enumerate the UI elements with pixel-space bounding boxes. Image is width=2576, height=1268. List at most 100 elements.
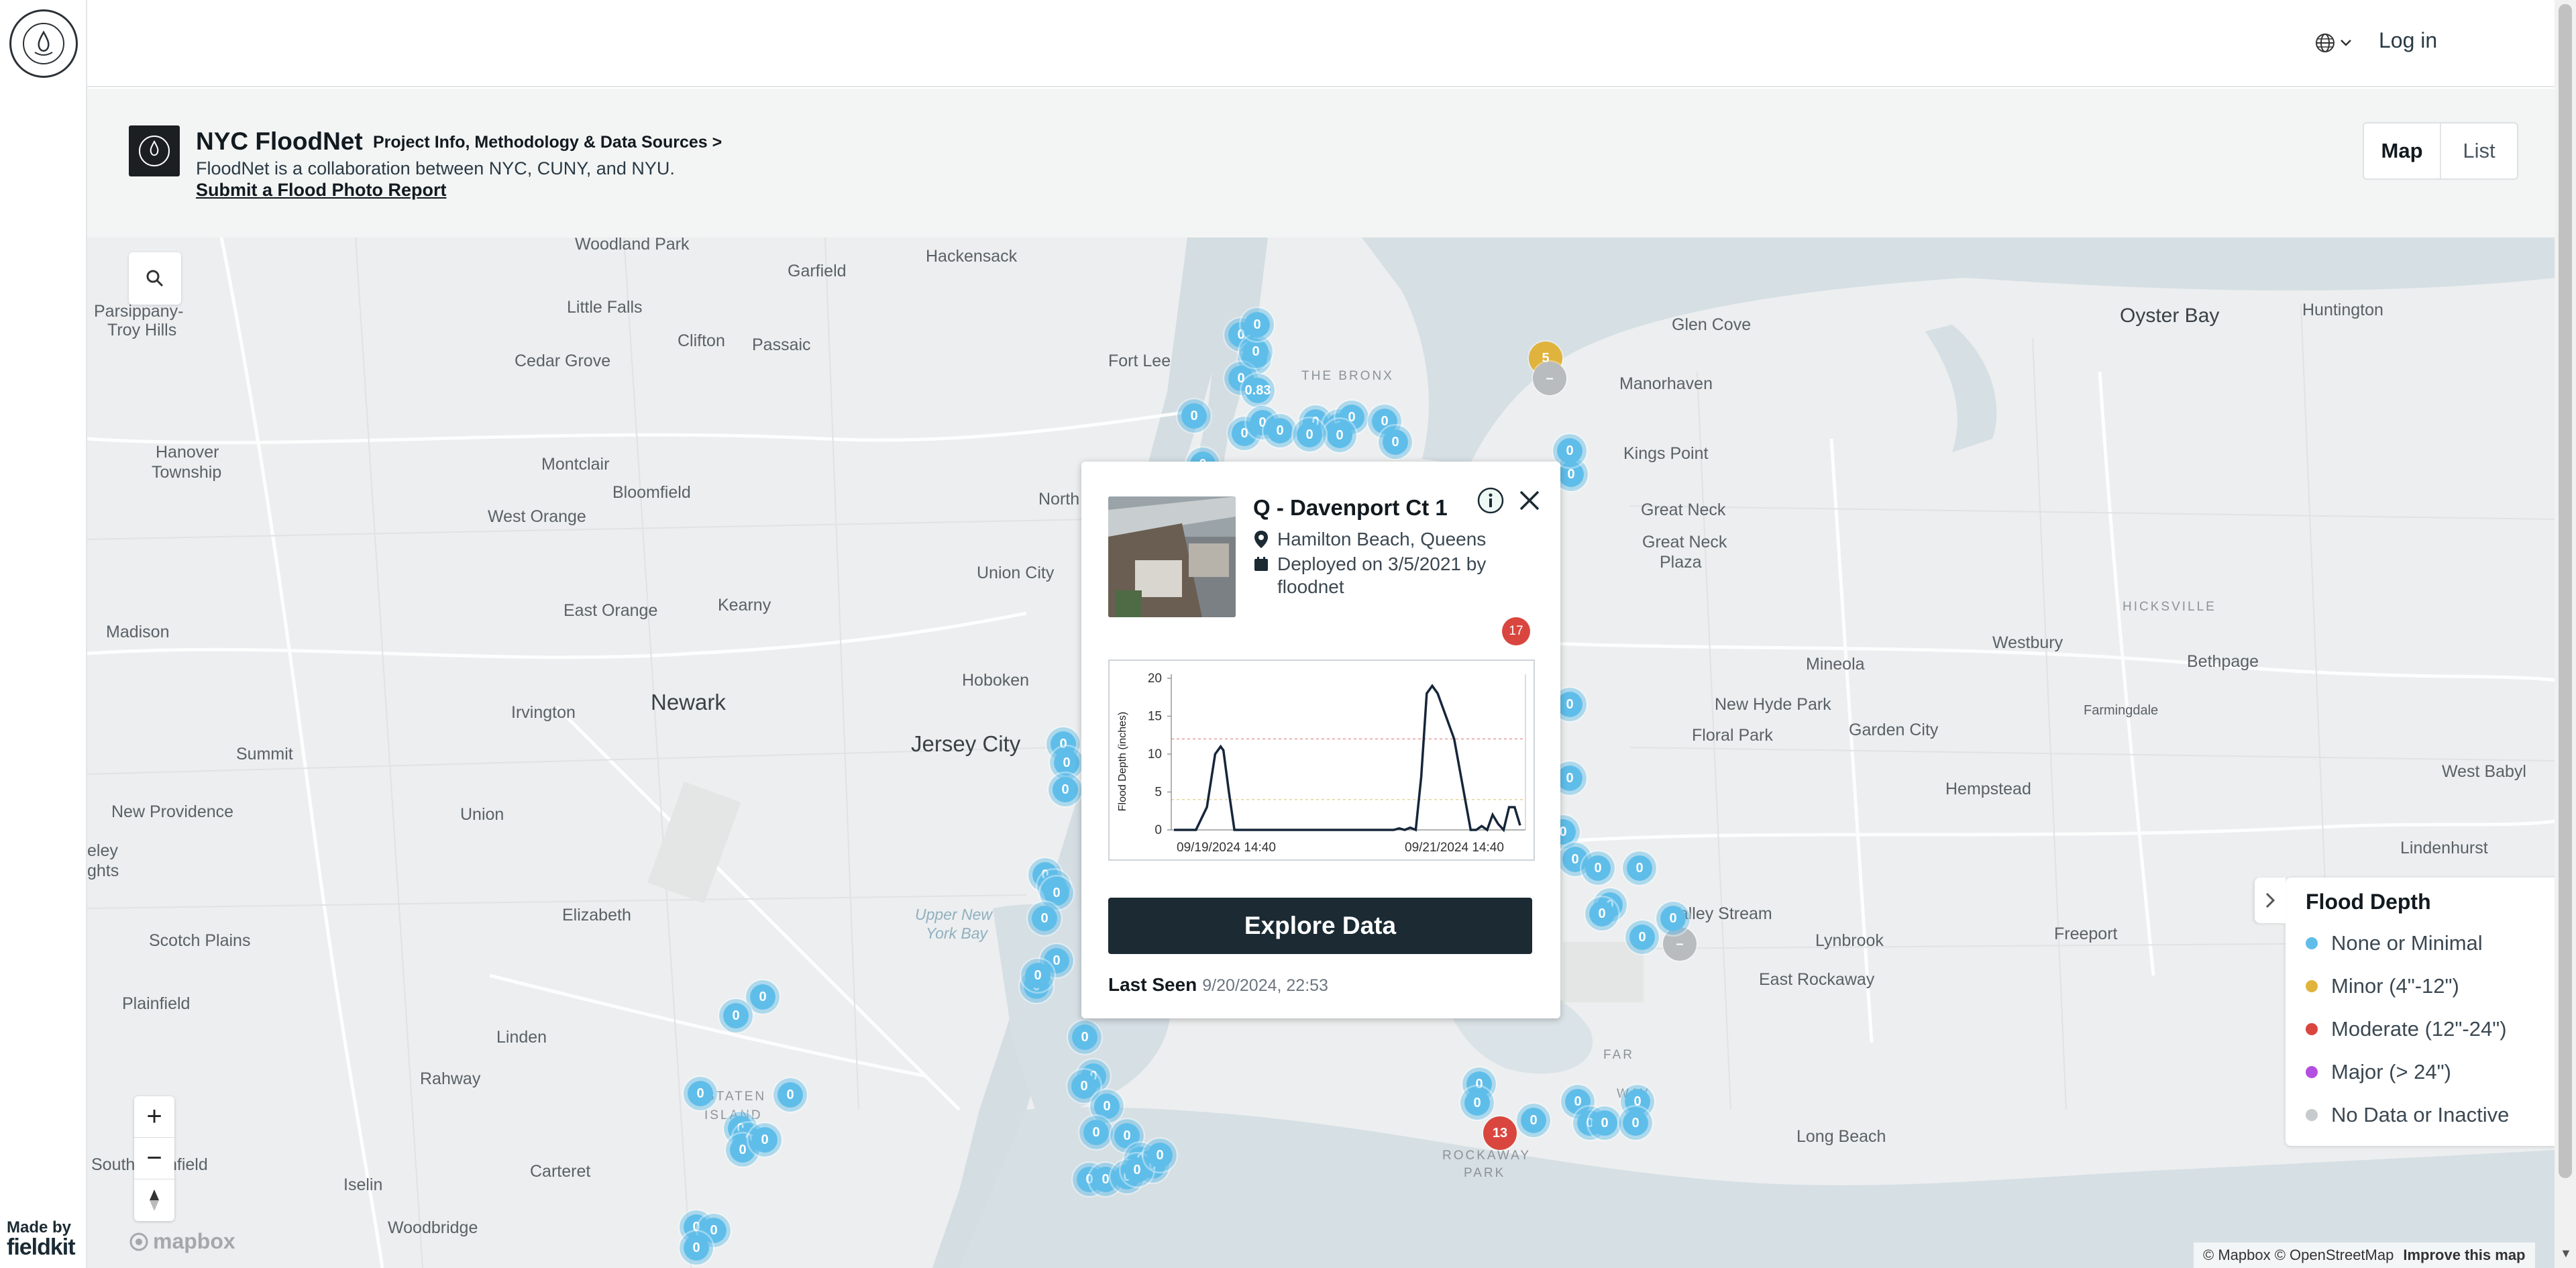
popup-close-button[interactable] — [1515, 486, 1544, 515]
legend-label: No Data or Inactive — [2331, 1103, 2510, 1126]
place-glen-cove: Glen Cove — [1672, 315, 1752, 334]
place-linden: Linden — [496, 1028, 547, 1047]
place-new-providence: New Providence — [111, 802, 234, 821]
sensor-marker[interactable]: 0 — [1263, 414, 1297, 447]
sensor-marker[interactable]: 0 — [1021, 959, 1055, 992]
improve-map-link[interactable]: Improve this map — [2403, 1247, 2525, 1264]
place-berkeley: eley — [87, 841, 118, 860]
sensor-marker[interactable]: 0 — [1625, 920, 1659, 954]
place-elizabeth: Elizabeth — [562, 906, 631, 924]
list-view-button[interactable]: List — [2441, 123, 2517, 178]
close-icon — [1519, 490, 1540, 511]
sensor-marker[interactable]: 0 — [1143, 1139, 1177, 1172]
place-lindenhurst: Lindenhurst — [2400, 839, 2488, 857]
compass-button[interactable] — [134, 1179, 174, 1221]
made-by-label: Made by — [7, 1218, 72, 1236]
place-great-neck: Great Neck — [1641, 500, 1726, 519]
legend-dot-minor — [2306, 980, 2318, 992]
sensor-marker[interactable]: 0 — [684, 1077, 717, 1110]
sensor-deployed-text: Deployed on 3/5/2021 by floodnet — [1277, 553, 1487, 597]
explore-data-button[interactable]: Explore Data — [1108, 898, 1532, 954]
sensor-marker[interactable]: 0 — [1656, 902, 1690, 935]
scrollbar-thumb[interactable] — [2559, 4, 2572, 1178]
attribution-text[interactable]: © Mapbox © OpenStreetMap — [2203, 1247, 2394, 1264]
place-cedar-grove: Cedar Grove — [515, 352, 611, 370]
chart-y-ticks: 20 15 10 5 0 — [1148, 672, 1171, 837]
chevron-right-icon — [2265, 892, 2275, 908]
floodnet-logo[interactable] — [9, 9, 78, 78]
sensor-marker[interactable]: 0 — [1028, 902, 1061, 935]
chart-x-tick-label: 09/21/2024 14:40 — [1405, 841, 1504, 855]
project-info-link[interactable]: Project Info, Methodology & Data Sources… — [373, 133, 722, 152]
made-by-fieldkit[interactable]: Made by fieldkit — [7, 1220, 80, 1259]
sensor-marker[interactable]: 0 — [1588, 1106, 1621, 1140]
sensor-marker[interactable]: 0 — [1079, 1116, 1113, 1149]
place-west-babylon: West Babyl — [2442, 762, 2526, 781]
chart-y-tick-label: 20 — [1148, 672, 1162, 686]
sensor-marker[interactable]: – — [1533, 362, 1566, 395]
sensor-marker[interactable]: 0 — [719, 999, 753, 1033]
sensor-marker[interactable]: 0 — [1585, 897, 1619, 931]
map-search-button[interactable] — [129, 252, 181, 305]
place-fort-lee: Fort Lee — [1108, 352, 1171, 370]
compass-icon — [150, 1190, 159, 1211]
legend-label: None or Minimal — [2331, 931, 2483, 955]
sensor-marker[interactable]: 0.83 — [1241, 374, 1275, 407]
sensor-marker[interactable]: 0 — [1068, 1020, 1102, 1054]
map-view-button[interactable]: Map — [2364, 123, 2441, 178]
sensor-marker[interactable]: 0 — [1177, 399, 1211, 433]
place-new-hyde-park: New Hyde Park — [1715, 695, 1831, 714]
sensor-marker[interactable]: 13 — [1483, 1116, 1517, 1150]
place-scotch-plains: Scotch Plains — [149, 931, 251, 950]
legend-dot-major — [2306, 1066, 2318, 1078]
sensor-marker[interactable]: 0 — [680, 1231, 713, 1265]
sensor-marker[interactable]: 0 — [1240, 308, 1274, 341]
sensor-marker[interactable]: 0 — [1581, 851, 1615, 885]
location-pin-icon — [1254, 531, 1268, 548]
alert-count-badge: 17 — [1502, 617, 1530, 645]
sensor-info-button[interactable] — [1476, 486, 1505, 515]
place-bloomfield: Bloomfield — [612, 483, 691, 502]
project-title: NYC FloodNet — [196, 127, 363, 155]
chart-x-tick-label: 09/19/2024 14:40 — [1177, 841, 1276, 855]
sensor-marker[interactable]: 0 — [1623, 851, 1656, 885]
flood-depth-chart[interactable]: Flood Depth (inches) 20 15 10 5 0 09/19/2024… — [1108, 659, 1535, 861]
legend-collapse-button[interactable] — [2255, 878, 2286, 923]
sensor-popup: Q - Davenport Ct 1 Hamilton Beach, Queen… — [1081, 462, 1560, 1018]
map-attribution: © Mapbox © OpenStreetMap Improve this ma… — [2194, 1243, 2535, 1268]
place-berkeley-2: ghts — [87, 861, 119, 880]
place-passaic: Passaic — [752, 335, 811, 354]
legend-dot-moderate — [2306, 1023, 2318, 1035]
sensor-marker[interactable]: 0 — [1323, 419, 1356, 452]
sensor-marker[interactable]: 0 — [1619, 1106, 1652, 1140]
place-hackensack: Hackensack — [926, 247, 1018, 266]
sensor-marker[interactable]: 0 — [1293, 418, 1326, 452]
zoom-in-button[interactable]: + — [134, 1096, 174, 1138]
place-far-rockaway: FAR — [1603, 1048, 1634, 1062]
scroll-down-arrow[interactable]: ▼ — [2560, 1247, 2572, 1261]
zoom-out-button[interactable]: − — [134, 1138, 174, 1179]
sensor-marker[interactable]: 0 — [1049, 773, 1082, 806]
place-upper-ny-bay: Upper New — [915, 906, 993, 923]
place-manorhaven: Manorhaven — [1619, 374, 1713, 393]
chart-threshold-lines — [1171, 738, 1525, 800]
legend-item-none: None or Minimal — [2306, 931, 2483, 955]
chart-y-tick-label: 10 — [1148, 747, 1162, 761]
language-selector[interactable] — [2314, 28, 2361, 58]
legend-label: Major (> 24") — [2331, 1060, 2451, 1084]
page-scrollbar[interactable]: ▼ — [2555, 0, 2576, 1268]
mapbox-logo[interactable]: mapbox — [129, 1229, 235, 1254]
sensor-marker[interactable]: 0 — [1460, 1086, 1494, 1120]
place-rockaway-park: ROCKAWAY — [1442, 1149, 1532, 1163]
legend-label: Minor (4"-12") — [2331, 974, 2459, 998]
login-link[interactable]: Log in — [2379, 28, 2437, 53]
place-the-bronx: THE BRONX — [1301, 369, 1394, 383]
sensor-marker[interactable]: 0 — [773, 1078, 807, 1112]
floodnet-logo-icon — [23, 23, 64, 64]
sensor-marker[interactable]: 0 — [1379, 425, 1412, 459]
place-woodland-park: Woodland Park — [575, 237, 690, 254]
sensor-marker[interactable]: 0 — [1517, 1104, 1550, 1137]
sensor-marker[interactable]: 0 — [748, 1123, 782, 1157]
submit-report-link[interactable]: Submit a Flood Photo Report — [196, 180, 446, 201]
place-upper-ny-bay-2: York Bay — [926, 924, 988, 942]
